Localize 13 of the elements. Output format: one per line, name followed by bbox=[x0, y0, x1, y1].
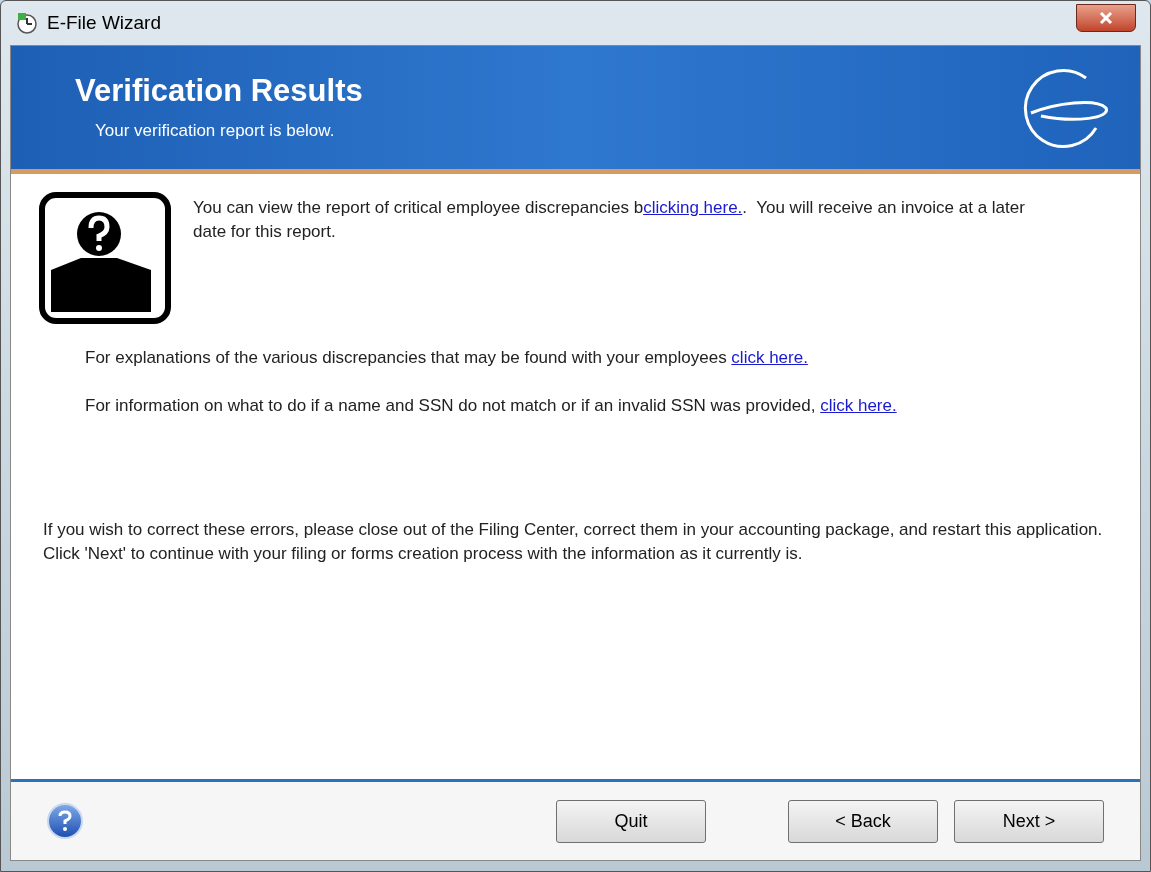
link[interactable]: click here. bbox=[820, 396, 897, 415]
paragraph: For information on what to do if a name and SSN do not match or if an invalid SSN was provided, click here. bbox=[85, 395, 898, 417]
link[interactable]: clicking here. bbox=[643, 198, 743, 217]
paragraph: If you wish to correct these errors, please close out of the Filing Center, correct them in your accounting package, and restart this application. Click 'Next' to continue with your filing or forms creation process with the information as it currently is. bbox=[43, 519, 1103, 565]
window-title: E-File Wizard bbox=[47, 10, 161, 35]
header-subtitle: Your verification report is below. bbox=[95, 119, 336, 142]
link[interactable]: click here. bbox=[731, 348, 808, 367]
paragraph: For explanations of the various discrepancies that may be found with your employees click here. bbox=[85, 347, 809, 369]
next-button[interactable]: Next > bbox=[954, 799, 1104, 843]
back-button[interactable]: < Back bbox=[788, 799, 938, 843]
paragraph: You can view the report of critical employee discrepancies bclicking here.. You will receive an invoice at a later date for this report. bbox=[193, 197, 1026, 243]
quit-button[interactable]: Quit bbox=[556, 799, 706, 843]
header-title: Verification Results bbox=[75, 71, 364, 110]
